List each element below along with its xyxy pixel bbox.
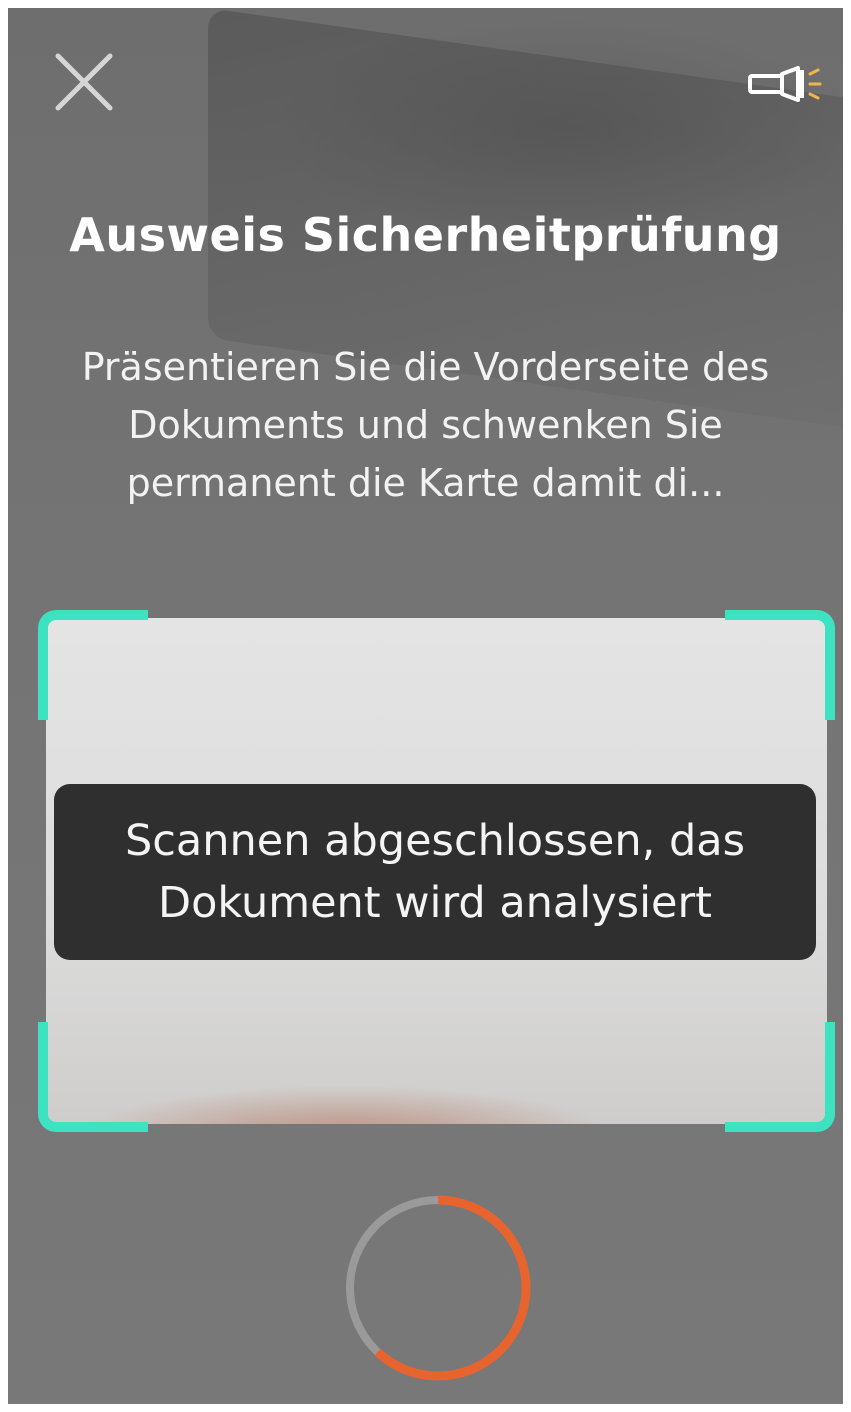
close-icon [55, 53, 113, 111]
status-toast: Scannen abgeschlossen, das Dokument wird… [54, 784, 816, 960]
frame-corner-bottom-left [38, 1022, 148, 1132]
page-title: Ausweis Sicherheitprüfung [69, 208, 782, 262]
frame-corner-bottom-right [725, 1022, 835, 1132]
frame-corner-top-left [38, 610, 148, 720]
scan-instructions: Präsentieren Sie die Vorderseite des Dok… [81, 345, 770, 505]
camera-scan-screen: Ausweis Sicherheitprüfung Präsentieren S… [8, 8, 843, 1404]
status-message: Scannen abgeschlossen, das Dokument wird… [124, 816, 745, 928]
progress-spinner [338, 1188, 538, 1388]
frame-corner-top-right [725, 610, 835, 720]
flashlight-button[interactable] [748, 64, 828, 104]
flashlight-icon [748, 66, 822, 102]
close-button[interactable] [52, 50, 116, 114]
